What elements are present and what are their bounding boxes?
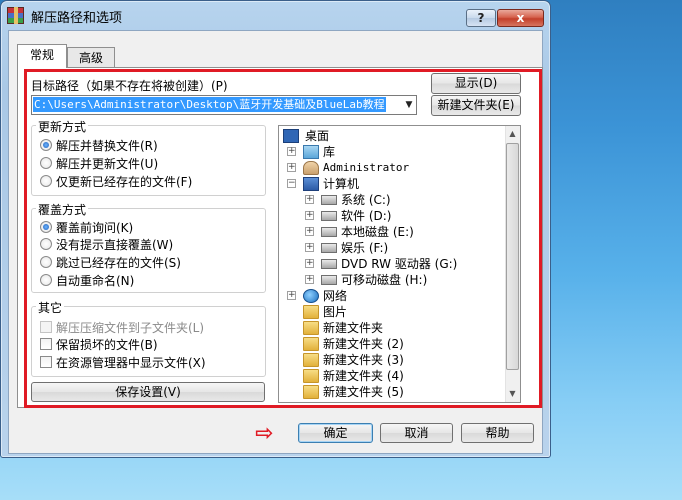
tab-general[interactable]: 常规: [17, 44, 67, 68]
library-icon: [303, 145, 319, 159]
scroll-up-arrow-icon[interactable]: ▲: [505, 126, 520, 142]
tab-advanced[interactable]: 高级: [67, 47, 115, 68]
expand-plus-icon[interactable]: +: [305, 259, 314, 268]
option-label[interactable]: 自动重命名(N): [56, 272, 134, 289]
expand-plus-icon[interactable]: +: [287, 163, 296, 172]
option-label[interactable]: 跳过已经存在的文件(S): [56, 254, 181, 271]
radio-auto-rename[interactable]: [40, 274, 52, 286]
folder-icon: [303, 385, 319, 399]
option-label[interactable]: 在资源管理器中显示文件(X): [56, 354, 206, 371]
cancel-button[interactable]: 取消: [380, 423, 453, 443]
collapse-minus-icon[interactable]: −: [287, 179, 296, 188]
expand-plus-icon[interactable]: +: [287, 291, 296, 300]
misc-title: 其它: [36, 299, 65, 316]
help-title-button[interactable]: ?: [466, 9, 496, 27]
overwrite-mode-title: 覆盖方式: [36, 201, 89, 218]
drive-icon: [321, 195, 337, 205]
radio-extract-replace[interactable]: [40, 139, 52, 151]
drive-icon: [321, 243, 337, 253]
network-icon: [303, 289, 319, 303]
folder-icon: [303, 305, 319, 319]
option-label[interactable]: 解压并更新文件(U): [56, 155, 158, 172]
desktop-icon: [283, 129, 299, 143]
ok-button[interactable]: 确定: [298, 423, 373, 443]
checkbox-extract-to-subfolder[interactable]: [40, 321, 52, 333]
scrollbar-thumb[interactable]: [506, 143, 519, 370]
winrar-app-icon: [7, 7, 24, 24]
checkbox-keep-broken-files[interactable]: [40, 338, 52, 350]
window-title: 解压路径和选项: [31, 11, 123, 26]
target-path-value[interactable]: C:\Users\Administrator\Desktop\蓝牙开发基础及Bl…: [33, 97, 386, 112]
expand-plus-icon[interactable]: +: [305, 195, 314, 204]
option-label[interactable]: 没有提示直接覆盖(W): [56, 236, 173, 253]
radio-skip-existing[interactable]: [40, 256, 52, 268]
computer-icon: [303, 177, 319, 191]
expand-plus-icon[interactable]: +: [305, 243, 314, 252]
expand-plus-icon[interactable]: +: [305, 275, 314, 284]
radio-overwrite-without-prompt[interactable]: [40, 238, 52, 250]
drive-icon: [321, 211, 337, 221]
folder-tree[interactable]: 桌面 + 库 + Administrator − 计算机 + 系统 (C:) +…: [278, 125, 521, 403]
option-label[interactable]: 解压并替换文件(R): [56, 137, 158, 154]
red-arrow-icon: ⇨: [255, 421, 274, 446]
folder-icon: [303, 337, 319, 351]
folder-icon: [303, 353, 319, 367]
expand-plus-icon[interactable]: +: [305, 211, 314, 220]
target-path-label: 目标路径（如果不存在将被创建）(P): [31, 79, 228, 93]
scroll-down-arrow-icon[interactable]: ▼: [505, 386, 520, 402]
folder-icon: [303, 321, 319, 335]
user-folder-icon: [303, 161, 319, 175]
option-label[interactable]: 覆盖前询问(K): [56, 219, 133, 236]
option-label: 解压压缩文件到子文件夹(L): [56, 321, 205, 335]
save-settings-button[interactable]: 保存设置(V): [31, 382, 265, 402]
option-label[interactable]: 保留损坏的文件(B): [56, 336, 158, 353]
radio-extract-update[interactable]: [40, 157, 52, 169]
show-button[interactable]: 显示(D): [431, 73, 521, 94]
option-label[interactable]: 仅更新已经存在的文件(F): [56, 173, 192, 190]
expand-plus-icon[interactable]: +: [287, 147, 296, 156]
new-folder-button[interactable]: 新建文件夹(E): [431, 95, 521, 116]
checkbox-show-in-explorer[interactable]: [40, 356, 52, 368]
expand-plus-icon[interactable]: +: [305, 227, 314, 236]
radio-ask-before-overwrite[interactable]: [40, 221, 52, 233]
dropdown-arrow-icon[interactable]: ▼: [402, 96, 416, 114]
close-button[interactable]: x: [497, 9, 544, 27]
dvd-drive-icon: [321, 259, 337, 269]
folder-icon: [303, 369, 319, 383]
radio-update-existing[interactable]: [40, 175, 52, 187]
drive-icon: [321, 227, 337, 237]
help-button[interactable]: 帮助: [461, 423, 534, 443]
removable-drive-icon: [321, 275, 337, 285]
update-mode-title: 更新方式: [36, 118, 89, 135]
